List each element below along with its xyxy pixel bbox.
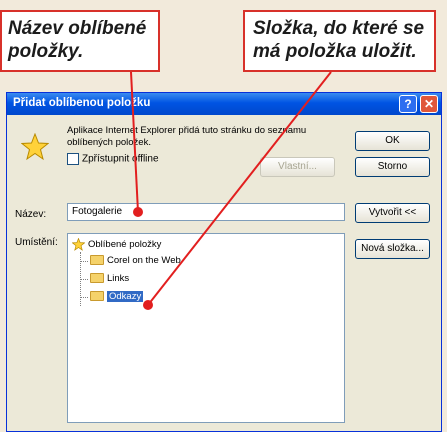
tree-item-odkazy[interactable]: Odkazy <box>90 291 144 302</box>
tree-item-root[interactable]: Oblíbené položky <box>72 238 161 251</box>
callout-name-field: Název oblíbené položky. <box>0 10 160 72</box>
tree-connector <box>80 297 88 298</box>
ok-button[interactable]: OK <box>355 131 430 151</box>
offline-checkbox[interactable]: Zpřístupnit offline <box>67 153 159 165</box>
star-icon <box>72 238 85 251</box>
cancel-button[interactable]: Storno <box>355 157 430 177</box>
create-in-button[interactable]: Vytvořit << <box>355 203 430 223</box>
callout-folder-text: Složka, do které se má položka uložit. <box>253 18 425 62</box>
name-label: Název: <box>15 209 47 220</box>
dialog-title: Přidat oblíbenou položku <box>13 97 151 109</box>
help-button[interactable]: ? <box>399 95 417 113</box>
customize-button[interactable]: Vlastní... <box>260 157 335 177</box>
tree-connector <box>80 279 88 280</box>
tree-connector <box>80 261 88 262</box>
tree-item-links[interactable]: Links <box>90 273 129 284</box>
tree-item-label: Links <box>107 273 130 284</box>
add-favorite-dialog: Přidat oblíbenou položku ? ✕ Aplikace In… <box>6 92 442 432</box>
callout-folder: Složka, do které se má položka uložit. <box>243 10 436 72</box>
open-folder-icon <box>90 291 104 302</box>
offline-checkbox-label: Zpřístupnit offline <box>82 153 159 165</box>
name-input[interactable]: Fotogalerie <box>67 203 345 221</box>
callout-name-text: Název oblíbené položky. <box>8 18 147 62</box>
location-label: Umístění: <box>15 237 58 248</box>
folder-tree[interactable]: Oblíbené položky Corel on the Web Links … <box>67 233 345 423</box>
title-bar: Přidat oblíbenou položku ? ✕ <box>7 93 441 115</box>
folder-icon <box>90 273 104 284</box>
folder-icon <box>90 255 104 266</box>
favorites-star-icon <box>21 133 49 161</box>
tree-item-corel[interactable]: Corel on the Web <box>90 255 181 266</box>
new-folder-button[interactable]: Nová složka... <box>355 239 430 259</box>
checkbox-box[interactable] <box>67 153 79 165</box>
info-text: Aplikace Internet Explorer přidá tuto st… <box>67 125 307 148</box>
close-button[interactable]: ✕ <box>420 95 438 113</box>
tree-item-label: Oblíbené položky <box>88 239 162 251</box>
tree-item-label: Odkazy <box>107 291 144 302</box>
tree-item-label: Corel on the Web <box>107 255 181 266</box>
name-input-value: Fotogalerie <box>72 206 123 217</box>
